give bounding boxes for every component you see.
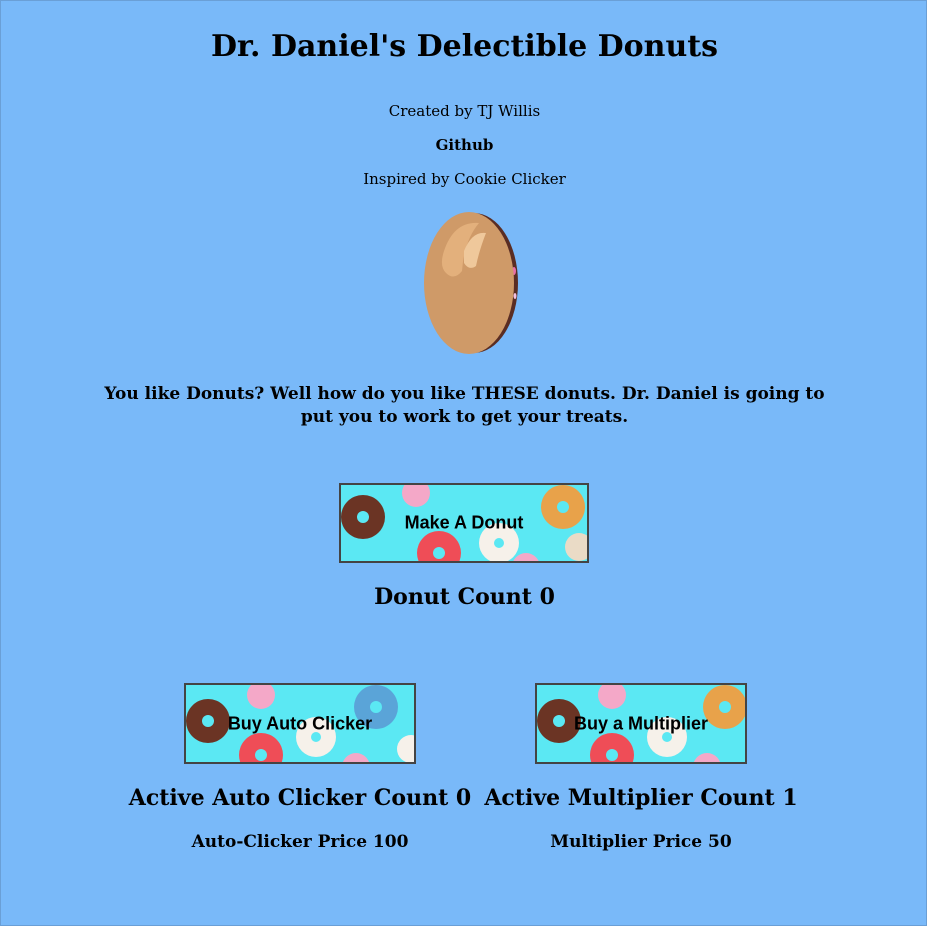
- buy-auto-clicker-button[interactable]: Buy Auto Clicker: [184, 683, 416, 764]
- make-donut-button[interactable]: Make A Donut: [339, 483, 589, 563]
- donut-count: Donut Count 0: [374, 584, 555, 610]
- github-link[interactable]: Github: [436, 136, 494, 154]
- buy-multiplier-label: Buy a Multiplier: [573, 713, 708, 733]
- multiplier-count: Active Multiplier Count 1: [484, 785, 798, 811]
- page-title-wrap: Dr. Daniel's Delectible Donuts: [1, 29, 927, 64]
- page-title: Dr. Daniel's Delectible Donuts: [210, 29, 719, 64]
- inspired-by: Inspired by Cookie Clicker: [363, 170, 566, 188]
- big-donut-icon[interactable]: [424, 211, 519, 356]
- created-by: Created by TJ Willis: [388, 102, 541, 120]
- multiplier-price: Multiplier Price 50: [550, 832, 732, 852]
- auto-clicker-price: Auto-Clicker Price 100: [191, 832, 409, 852]
- make-donut-label: Make A Donut: [404, 512, 524, 533]
- intro-text: You like Donuts? Well how do you like TH…: [104, 384, 825, 427]
- buy-multiplier-button[interactable]: Buy a Multiplier: [535, 683, 747, 764]
- buy-auto-clicker-label: Buy Auto Clicker: [227, 713, 373, 733]
- auto-clicker-count: Active Auto Clicker Count 0: [128, 785, 472, 811]
